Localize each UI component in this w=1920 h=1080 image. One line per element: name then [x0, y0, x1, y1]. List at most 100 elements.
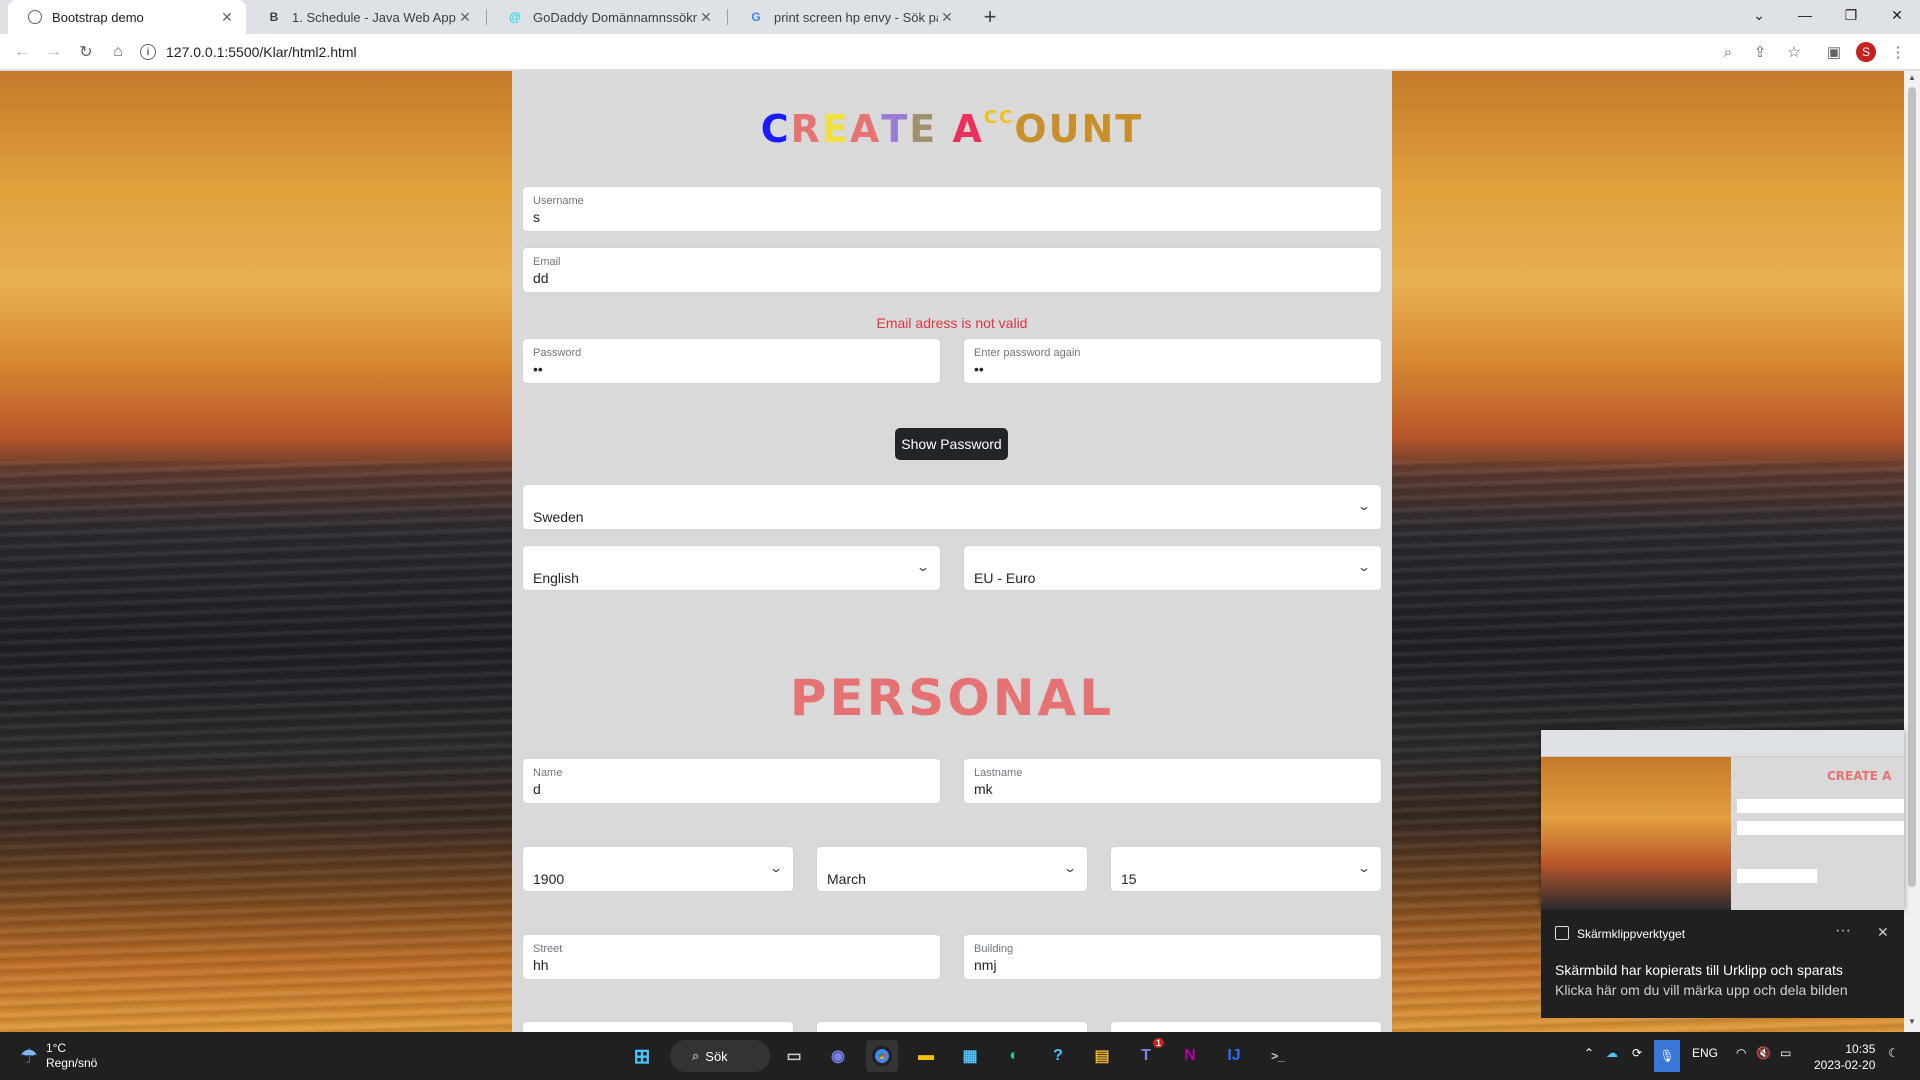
bookmark-star-icon[interactable]: ☆ [1782, 40, 1806, 64]
battery-icon[interactable]: ▭ [1780, 1046, 1791, 1060]
menu-kebab-icon[interactable]: ⋮ [1886, 40, 1910, 64]
tab-godaddy[interactable]: @ GoDaddy Domännamnssökning ✕ [487, 0, 725, 34]
task-view-icon[interactable]: ▭ [778, 1040, 810, 1072]
file-explorer-icon[interactable]: ▬ [910, 1040, 942, 1072]
scroll-down-arrow[interactable]: ▼ [1904, 1017, 1920, 1031]
birth-year-select[interactable]: 1900 ⌄ [522, 846, 794, 892]
country-select[interactable]: Sweden ⌄ [522, 484, 1382, 530]
scrollbar-thumb[interactable] [1908, 87, 1916, 887]
minimize-button[interactable]: — [1782, 0, 1828, 30]
email-value: dd [533, 270, 549, 286]
temperature: 1°C [45, 1041, 67, 1055]
title-letter: O [1014, 107, 1049, 151]
tab-bootstrap-demo[interactable]: Bootstrap demo ✕ [8, 0, 246, 34]
close-tab-icon[interactable]: ✕ [218, 9, 236, 26]
snipping-tool-notification[interactable]: Skärmklippverktyget ··· ✕ Skärmbild har … [1541, 910, 1904, 1018]
side-panel-icon[interactable]: ▣ [1822, 40, 1846, 64]
volume-muted-icon[interactable]: 🔇 [1756, 1046, 1771, 1060]
next-field-partial[interactable] [522, 1021, 794, 1032]
tab-schedule[interactable]: B 1. Schedule - Java Web Applicati ✕ [246, 0, 484, 34]
language-select[interactable]: English ⌄ [522, 545, 941, 591]
close-icon[interactable]: ✕ [1877, 924, 1889, 941]
restore-button[interactable]: ❐ [1828, 0, 1874, 30]
back-icon[interactable]: ← [10, 40, 34, 64]
taskbar-search[interactable]: ⌕ Sök [670, 1040, 770, 1072]
close-window-button[interactable]: ✕ [1874, 0, 1920, 30]
forward-icon[interactable]: → [42, 40, 66, 64]
start-icon[interactable]: ⊞ [626, 1040, 658, 1072]
country-value: Sweden [533, 509, 584, 525]
show-password-button[interactable]: Show Password [895, 428, 1008, 460]
notifications-icon[interactable]: ☾ [1888, 1046, 1899, 1060]
teams-chat-icon[interactable]: ◉ [822, 1040, 854, 1072]
more-options-icon[interactable]: ··· [1835, 922, 1851, 940]
wifi-icon[interactable]: ◠ [1736, 1046, 1746, 1060]
street-label: Street [533, 943, 563, 955]
share-icon[interactable]: ⇪ [1748, 40, 1772, 64]
intellij-icon[interactable]: IJ [1218, 1040, 1250, 1072]
close-tab-icon[interactable]: ✕ [456, 9, 474, 26]
onenote-icon[interactable]: N [1174, 1040, 1206, 1072]
help-icon[interactable]: ? [1042, 1040, 1074, 1072]
chevron-down-icon: ⌄ [768, 861, 784, 875]
close-tab-icon[interactable]: ✕ [697, 9, 715, 26]
name-label: Name [533, 767, 563, 779]
show-hidden-icons[interactable]: ⌃ [1584, 1046, 1594, 1060]
username-field[interactable]: Username s [522, 186, 1382, 232]
screenshot-preview[interactable]: CREATE A [1541, 730, 1904, 910]
microphone-icon[interactable]: 🎙 [1654, 1040, 1680, 1072]
tab-google-search[interactable]: G print screen hp envy - Sök på Go ✕ [728, 0, 966, 34]
clock[interactable]: 10:35 2023-02-20 [1814, 1041, 1875, 1073]
chrome-icon[interactable] [866, 1040, 898, 1072]
password-field[interactable]: Password •• [522, 338, 941, 384]
birth-month-value: March [827, 871, 866, 887]
onedrive-icon[interactable]: ☁ [1606, 1046, 1618, 1060]
address-bar[interactable]: i 127.0.0.1:5500/Klar/html2.html [140, 38, 1770, 66]
notification-app-name: Skärmklippverktyget [1577, 927, 1686, 941]
street-field[interactable]: Street hh [522, 934, 941, 980]
chevron-down-icon: ⌄ [1356, 861, 1372, 875]
profile-avatar[interactable]: S [1856, 42, 1876, 62]
birth-month-select[interactable]: March ⌄ [816, 846, 1088, 892]
email-field[interactable]: Email dd [522, 247, 1382, 293]
email-label: Email [533, 256, 561, 268]
input-language[interactable]: ENG [1692, 1046, 1718, 1060]
title-letter [937, 107, 952, 151]
title-letter: C [983, 107, 1000, 128]
terminal-icon[interactable]: >_ [1262, 1040, 1294, 1072]
close-tab-icon[interactable]: ✕ [938, 9, 956, 26]
home-icon[interactable]: ⌂ [106, 40, 130, 64]
page-scrollbar[interactable]: ▲ ▼ [1904, 71, 1920, 1032]
winrar-icon[interactable]: ▤ [1086, 1040, 1118, 1072]
next-field-partial[interactable] [816, 1021, 1088, 1032]
scroll-up-arrow[interactable]: ▲ [1904, 73, 1920, 87]
birth-day-select[interactable]: 15 ⌄ [1110, 846, 1382, 892]
password-value: •• [533, 361, 543, 377]
new-tab-button[interactable]: + [978, 6, 1002, 30]
edge-icon[interactable]: ◐ [998, 1040, 1030, 1072]
name-field[interactable]: Name d [522, 758, 941, 804]
tab-title: GoDaddy Domännamnssökning [533, 9, 697, 25]
lastname-field[interactable]: Lastname mk [963, 758, 1382, 804]
tab-search-icon[interactable]: ⌄ [1736, 0, 1782, 30]
preview-field [1737, 821, 1904, 835]
currency-select[interactable]: EU - Euro ⌄ [963, 545, 1382, 591]
password-again-label: Enter password again [974, 347, 1081, 359]
google-icon: G [751, 10, 761, 24]
preview-title: CREATE A [1827, 769, 1892, 783]
username-label: Username [533, 195, 584, 207]
building-field[interactable]: Building nmj [963, 934, 1382, 980]
tab-title: Bootstrap demo [52, 9, 144, 25]
teams-icon[interactable]: T 1 [1130, 1038, 1164, 1072]
store-icon[interactable]: ▦ [954, 1040, 986, 1072]
zoom-icon[interactable]: ⌕ [1716, 40, 1740, 64]
weather-widget[interactable]: ☂ 1°C Regn/snö [20, 1041, 97, 1071]
site-info-icon[interactable]: i [140, 44, 156, 60]
reload-icon[interactable]: ↻ [74, 40, 98, 64]
sync-icon[interactable]: ⟳ [1632, 1046, 1642, 1060]
chevron-down-icon: ⌄ [1356, 499, 1372, 513]
personal-section-title: PERSONAL [789, 669, 1115, 727]
password-again-field[interactable]: Enter password again •• [963, 338, 1382, 384]
language-value: English [533, 570, 579, 586]
next-field-partial[interactable] [1110, 1021, 1382, 1032]
